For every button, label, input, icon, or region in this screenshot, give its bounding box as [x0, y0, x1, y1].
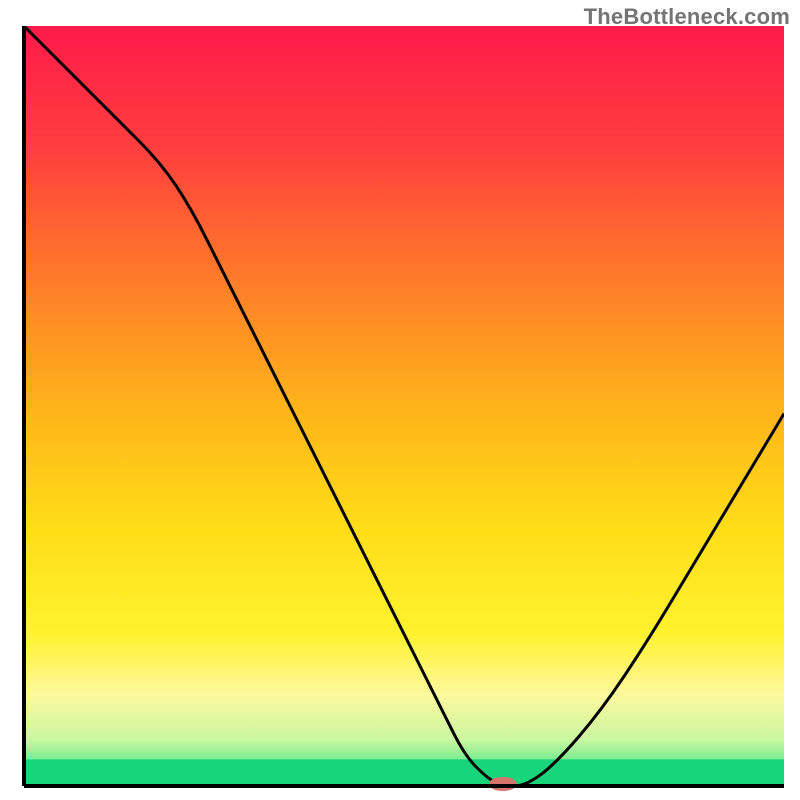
watermark-text: TheBottleneck.com — [584, 4, 790, 30]
green-band — [24, 759, 784, 786]
chart-svg — [0, 0, 800, 800]
chart-area — [0, 0, 800, 800]
